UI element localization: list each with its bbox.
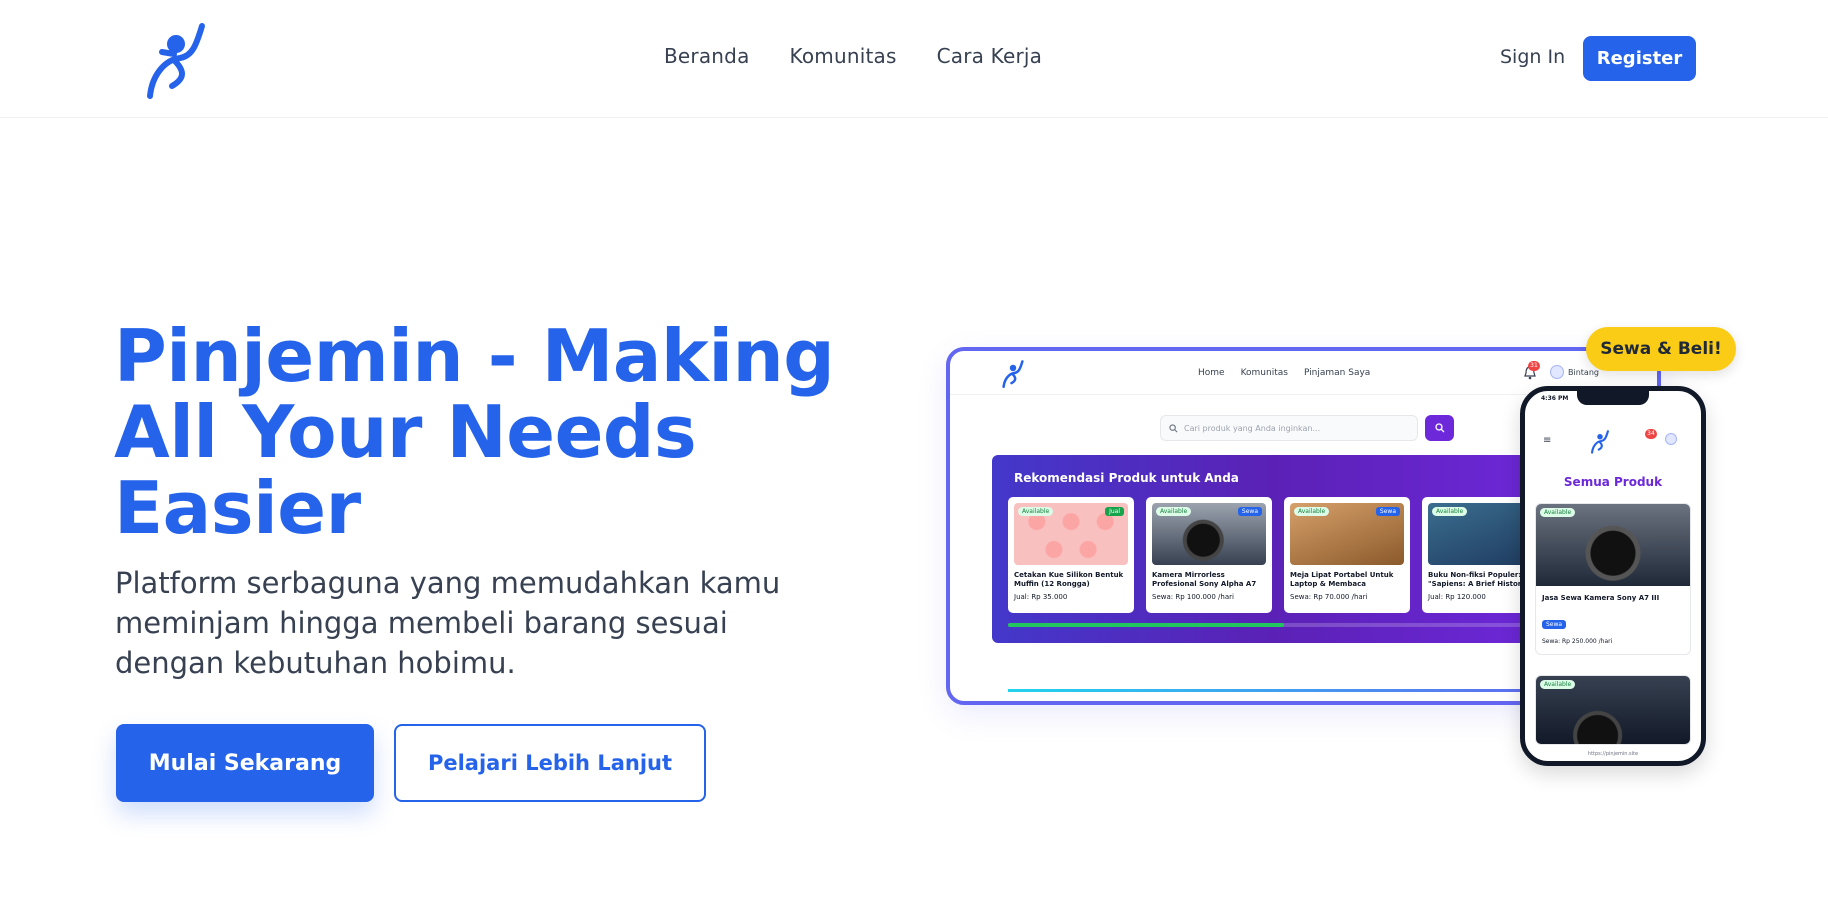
phone-product-name: Jasa Sewa Kamera Sony A7 III (1542, 594, 1660, 602)
mockup-nav-home: Home (1198, 368, 1225, 378)
phone-time: 4:36 PM (1541, 395, 1569, 402)
mockup-avatar (1550, 365, 1564, 379)
search-icon (1434, 423, 1444, 433)
mockup-product-card: Available Sewa Meja Lipat Portabel Untuk… (1284, 497, 1410, 613)
person-logo-icon (147, 23, 205, 99)
mockup-user: Bintang (1550, 365, 1599, 379)
phone-avatar (1665, 433, 1677, 445)
mockup-nav-komunitas: Komunitas (1240, 368, 1288, 378)
start-now-button[interactable]: Mulai Sekarang (116, 724, 374, 802)
navbar: Beranda Komunitas Cara Kerja Sign In Reg… (0, 0, 1828, 118)
available-badge: Available (1432, 507, 1468, 516)
rent-buy-badge: Sewa & Beli! (1586, 327, 1736, 371)
mockup-product-image: Available Jual (1014, 503, 1128, 565)
register-button[interactable]: Register (1583, 36, 1696, 81)
nav-link-cara-kerja[interactable]: Cara Kerja (937, 44, 1043, 68)
search-icon (1169, 423, 1178, 432)
mockup-product-image: Available Sewa (1290, 503, 1404, 565)
mockup-search-placeholder: Cari produk yang Anda inginkan... (1184, 423, 1321, 433)
learn-more-button[interactable]: Pelajari Lebih Lanjut (394, 724, 706, 802)
mockup-product-card: Available Jual Cetakan Kue Silikon Bentu… (1008, 497, 1134, 613)
available-badge: Available (1018, 507, 1054, 516)
mobile-app-mockup: 4:36 PM ≡ 34 Semua Produk Available Jasa… (1520, 386, 1706, 766)
phone-notification-badge: 34 (1645, 429, 1657, 439)
mockup-logo-icon (1002, 360, 1024, 388)
hamburger-menu-icon: ≡ (1543, 435, 1552, 446)
phone-section-title: Semua Produk (1563, 475, 1663, 489)
phone-product-price: Sewa: Rp 250.000 /hari (1542, 638, 1613, 645)
mockup-product-price: Jual: Rp 35.000 (1014, 593, 1068, 601)
phone-product-image: Available (1536, 676, 1690, 744)
mockup-user-name: Bintang (1568, 367, 1599, 377)
mockup-product-cards: Available Jual Cetakan Kue Silikon Bentu… (1008, 497, 1548, 613)
mockup-recommendation-panel: Rekomendasi Produk untuk Anda Available … (992, 455, 1552, 643)
mockup-nav-links: Home Komunitas Pinjaman Saya (1198, 368, 1370, 378)
signin-link[interactable]: Sign In (1500, 46, 1565, 68)
mockup-panel-title: Rekomendasi Produk untuk Anda (1014, 471, 1239, 485)
main-nav: Beranda Komunitas Cara Kerja (664, 44, 1042, 68)
phone-product-card: Available (1535, 675, 1691, 745)
mockup-product-price: Sewa: Rp 70.000 /hari (1290, 593, 1368, 601)
phone-notch (1577, 391, 1649, 405)
mockup-nav-pinjaman: Pinjaman Saya (1303, 368, 1371, 378)
available-badge: Available (1540, 680, 1576, 689)
type-badge: Jual (1105, 507, 1124, 516)
mockup-product-image: Available Sewa (1152, 503, 1266, 565)
type-badge: Sewa (1237, 507, 1262, 516)
mockup-product-name: Meja Lipat Portabel Untuk Laptop & Memba… (1290, 571, 1394, 588)
mockup-search-button (1425, 415, 1454, 441)
phone-logo-icon (1590, 430, 1610, 454)
pinjemin-logo[interactable] (140, 16, 212, 100)
phone-url-bar: https://pinjemin.site (1587, 751, 1639, 757)
mockup-product-card: Available Sewa Kamera Mirrorless Profesi… (1146, 497, 1272, 613)
hero-subtitle: Platform serbaguna yang memudahkan kamu … (115, 566, 781, 680)
mockup-search-input: Cari produk yang Anda inginkan... (1160, 415, 1418, 441)
nav-link-beranda[interactable]: Beranda (664, 44, 750, 68)
mockup-divider (1008, 689, 1568, 692)
mockup-carousel-progress-fill (1008, 623, 1284, 627)
mockup-product-price: Sewa: Rp 100.000 /hari (1152, 593, 1234, 601)
hero-title: Pinjemin - Making All Your Needs Easier (114, 314, 835, 550)
nav-link-komunitas[interactable]: Komunitas (790, 44, 897, 68)
mockup-product-name: Cetakan Kue Silikon Bentuk Muffin (12 Ro… (1014, 571, 1124, 588)
mockup-product-name: Kamera Mirrorless Profesional Sony Alpha… (1152, 571, 1257, 588)
type-badge: Sewa (1375, 507, 1400, 516)
available-badge: Available (1294, 507, 1330, 516)
sewa-badge: Sewa (1542, 620, 1567, 629)
phone-product-card: Available Jasa Sewa Kamera Sony A7 III S… (1535, 503, 1691, 655)
mockup-carousel-progress (1008, 623, 1538, 627)
phone-product-image: Available (1536, 504, 1690, 586)
available-badge: Available (1156, 507, 1192, 516)
mockup-notification-badge: 31 (1528, 361, 1540, 371)
available-badge: Available (1540, 508, 1576, 517)
